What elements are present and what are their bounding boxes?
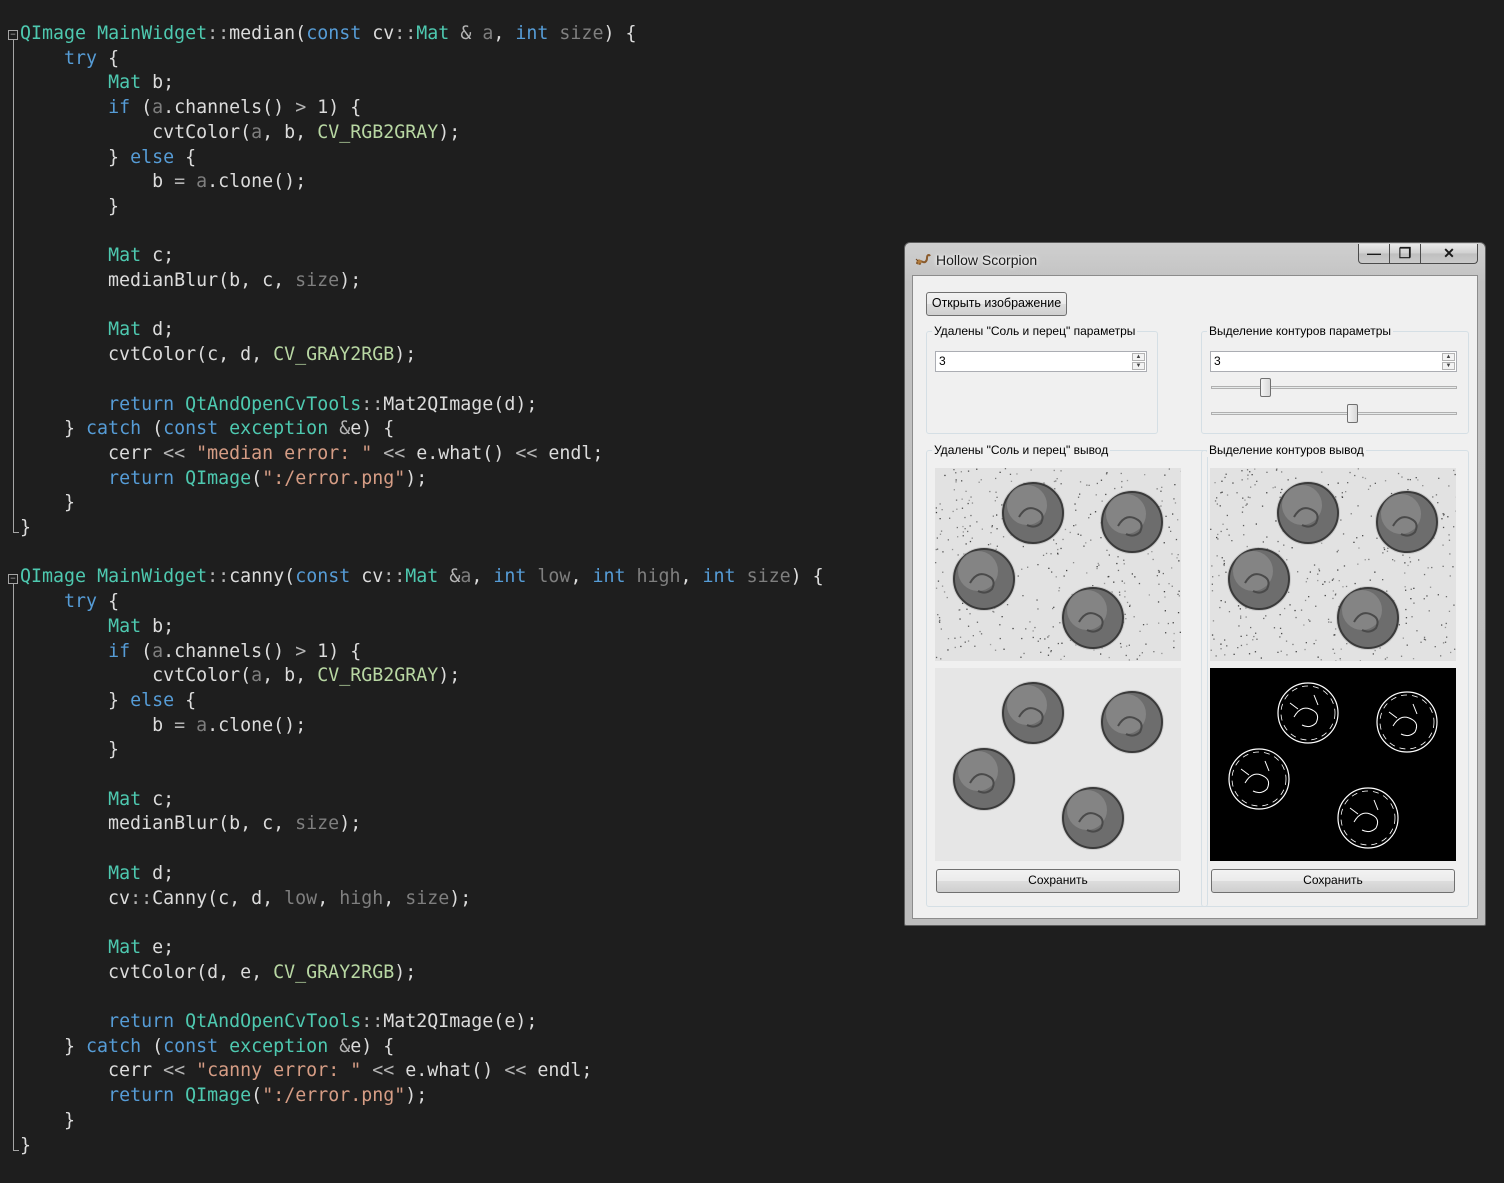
- window-client-area: Открыть изображение Удалены "Соль и пере…: [912, 275, 1478, 919]
- code-line: cerr << "canny error: " << e.what() << e…: [20, 1060, 593, 1082]
- code-line: cv::Canny(c, d, low, high, size);: [20, 887, 472, 909]
- maximize-button[interactable]: ❐: [1389, 244, 1421, 264]
- median-output-title: Удалены "Соль и перец" вывод: [932, 443, 1111, 457]
- spin-buttons: ▲ ▼: [1132, 353, 1145, 370]
- code-line: }: [20, 1134, 32, 1156]
- code-line: Mat c;: [108, 245, 175, 267]
- code-line: }: [20, 517, 32, 538]
- code-line: Mat d;: [108, 862, 175, 884]
- code-line: Mat c;: [108, 788, 175, 810]
- code-line: Mat b;: [108, 615, 175, 637]
- code-line: Mat e;: [108, 936, 175, 958]
- canny-low-slider-handle[interactable]: [1260, 378, 1272, 397]
- code-line: cvtColor(a, b, CV_RGB2GRAY);: [20, 665, 461, 687]
- fold-guide-end: [13, 1150, 19, 1151]
- coins-noisy-image: [935, 468, 1181, 661]
- code-line: } catch (const exception &e) {: [20, 418, 395, 440]
- canny-output-title: Выделение контуров вывод: [1207, 443, 1366, 457]
- code-line: }: [20, 492, 76, 514]
- close-button[interactable]: ✕: [1420, 244, 1478, 264]
- canny-high-slider-track[interactable]: [1211, 412, 1457, 415]
- canny-size-value: 3: [1214, 354, 1221, 368]
- code-line: cvtColor(c, d, CV_GRAY2RGB);: [20, 344, 417, 366]
- code-line: QImage MainWidget::median(const cv::Mat …: [20, 23, 637, 44]
- median-size-spinbox[interactable]: 3 ▲ ▼: [935, 351, 1147, 372]
- code-line: QImage MainWidget::canny(const cv::Mat &…: [20, 566, 824, 588]
- fold-guide: [13, 40, 14, 532]
- code-line: return QImage(":/error.png");: [108, 1085, 428, 1107]
- canny-size-spinbox[interactable]: 3 ▲ ▼: [1210, 351, 1457, 372]
- median-params-group: [926, 331, 1158, 434]
- code-line: if (a.channels() > 1) {: [108, 97, 362, 119]
- spin-down-icon[interactable]: ▼: [1442, 362, 1455, 370]
- coins-denoised-image: [935, 668, 1181, 861]
- code-line: if (a.channels() > 1) {: [108, 640, 362, 662]
- code-line: Mat b;: [108, 72, 175, 94]
- spin-down-icon[interactable]: ▼: [1132, 362, 1145, 370]
- median-size-value: 3: [939, 354, 946, 368]
- open-image-button[interactable]: Открыть изображение: [926, 292, 1067, 316]
- fold-toggle-icon[interactable]: −: [8, 574, 18, 584]
- median-output-image: [935, 668, 1181, 861]
- canny-output-image: [1210, 668, 1456, 861]
- code-line: b = a.clone();: [20, 714, 307, 736]
- app-window: Hollow Scorpion — ❐ ✕ Открыть изображени…: [904, 242, 1486, 926]
- code-line: }: [20, 195, 120, 217]
- code-line: return QtAndOpenCvTools::Mat2QImage(d);: [108, 393, 538, 415]
- code-line: cvtColor(a, b, CV_RGB2GRAY);: [20, 121, 461, 143]
- canny-params-title: Выделение контуров параметры: [1207, 324, 1393, 338]
- minimize-button[interactable]: —: [1358, 244, 1390, 264]
- median-params-title: Удалены "Соль и перец" параметры: [932, 324, 1138, 338]
- scorpion-icon: [915, 253, 931, 265]
- code-line: return QImage(":/error.png");: [108, 467, 428, 489]
- code-line: medianBlur(b, c, size);: [20, 813, 362, 835]
- code-line: cerr << "median error: " << e.what() << …: [20, 442, 604, 464]
- code-line: cvtColor(d, e, CV_GRAY2RGB);: [20, 961, 417, 983]
- canny-low-slider-track[interactable]: [1211, 386, 1457, 389]
- fold-toggle-icon[interactable]: −: [8, 30, 18, 40]
- code-line: }: [20, 739, 120, 761]
- code-line: } catch (const exception &e) {: [20, 1035, 395, 1057]
- code-line: b = a.clone();: [20, 171, 307, 193]
- coins-edges-image: [1210, 668, 1456, 861]
- code-line: try {: [64, 591, 120, 613]
- spin-up-icon[interactable]: ▲: [1442, 353, 1455, 361]
- code-line: }: [20, 1109, 76, 1131]
- code-line: return QtAndOpenCvTools::Mat2QImage(e);: [108, 1011, 538, 1032]
- canny-save-button[interactable]: Сохранить: [1211, 869, 1455, 893]
- canny-input-image: [1210, 468, 1456, 661]
- fold-guide: [13, 584, 14, 1150]
- canny-params-group: [1201, 331, 1469, 434]
- coins-noisy-image: [1210, 468, 1456, 661]
- median-input-image: [935, 468, 1181, 661]
- canny-high-slider-handle[interactable]: [1347, 404, 1359, 423]
- spin-up-icon[interactable]: ▲: [1132, 353, 1145, 361]
- code-line: Mat d;: [108, 319, 175, 341]
- code-line: medianBlur(b, c, size);: [20, 270, 362, 291]
- code-line: try {: [64, 47, 120, 69]
- window-title: Hollow Scorpion: [936, 252, 1038, 268]
- code-line: } else {: [20, 689, 197, 711]
- code-line: } else {: [20, 146, 197, 168]
- fold-guide-end: [13, 532, 19, 533]
- spin-buttons: ▲ ▼: [1442, 353, 1455, 370]
- median-save-button[interactable]: Сохранить: [936, 869, 1180, 893]
